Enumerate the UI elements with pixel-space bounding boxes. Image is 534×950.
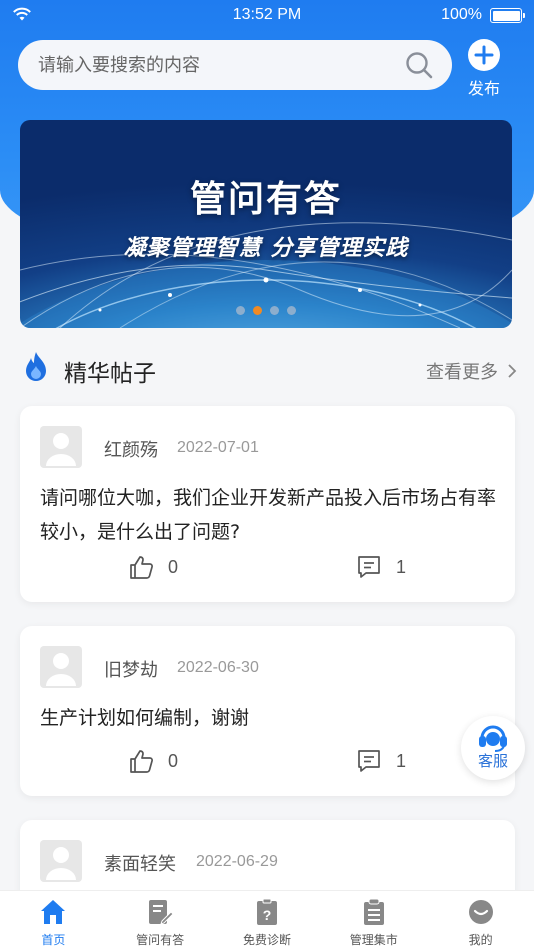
comment-icon bbox=[358, 556, 380, 578]
battery-percentage: 100% bbox=[441, 6, 482, 23]
like-count: 0 bbox=[168, 556, 179, 577]
banner-title: 管问有答 bbox=[189, 179, 342, 220]
qa-icon bbox=[149, 900, 174, 925]
svg-text:?: ? bbox=[263, 907, 272, 923]
carousel-dot[interactable] bbox=[270, 306, 279, 315]
post-date: 2022-06-30 bbox=[177, 659, 259, 676]
like-count: 0 bbox=[168, 750, 179, 771]
like-button[interactable]: 0 bbox=[128, 554, 178, 580]
view-more-label: 查看更多 bbox=[426, 362, 498, 383]
like-button[interactable]: 0 bbox=[128, 748, 178, 774]
default-avatar-icon bbox=[46, 653, 76, 686]
carousel-indicator bbox=[20, 306, 512, 315]
banner-subtitle: 凝聚管理智慧 分享管理实践 bbox=[123, 236, 409, 261]
carousel-dot-active[interactable] bbox=[253, 306, 262, 315]
post-date: 2022-06-29 bbox=[196, 853, 278, 870]
tab-label: 我的 bbox=[468, 933, 493, 947]
plus-circle-icon bbox=[468, 39, 500, 71]
comment-icon bbox=[358, 750, 380, 772]
diagnosis-icon: ? bbox=[256, 898, 277, 925]
comment-count: 1 bbox=[396, 556, 407, 577]
search-icon[interactable] bbox=[404, 50, 434, 80]
thumbs-up-icon bbox=[130, 556, 153, 579]
globe-illustration bbox=[20, 222, 512, 328]
tab-market[interactable]: 管理集市 bbox=[321, 891, 427, 950]
comment-button[interactable]: 1 bbox=[356, 554, 406, 580]
comment-count: 1 bbox=[396, 750, 407, 771]
market-icon bbox=[363, 898, 384, 925]
fire-icon bbox=[26, 352, 46, 381]
default-avatar-icon bbox=[46, 433, 76, 466]
view-more-link[interactable]: 查看更多 bbox=[426, 358, 518, 384]
banner-carousel[interactable]: 管问有答 凝聚管理智慧 分享管理实践 bbox=[20, 120, 512, 328]
customer-service-button[interactable]: 客服 bbox=[461, 716, 525, 780]
tab-label: 管问有答 bbox=[136, 933, 185, 947]
profile-icon bbox=[468, 900, 493, 924]
tab-profile[interactable]: 我的 bbox=[428, 891, 534, 950]
chevron-right-icon bbox=[508, 364, 517, 378]
carousel-dot[interactable] bbox=[287, 306, 296, 315]
post-card[interactable]: 旧梦劫 2022-06-30 生产计划如何编制，谢谢 0 1 bbox=[20, 626, 515, 796]
home-icon bbox=[41, 900, 66, 924]
thumbs-up-icon bbox=[130, 750, 153, 773]
post-card[interactable]: 红颜殇 2022-07-01 请问哪位大咖，我们企业开发新产品投入后市场占有率较… bbox=[20, 406, 515, 602]
comment-button[interactable]: 1 bbox=[356, 748, 406, 774]
post-actions: 0 1 bbox=[20, 554, 515, 584]
service-label: 客服 bbox=[477, 752, 508, 770]
avatar bbox=[40, 646, 82, 688]
status-bar: 13:52 PM 100% bbox=[0, 0, 534, 32]
publish-label: 发布 bbox=[467, 79, 500, 98]
tab-label: 免费诊断 bbox=[242, 933, 291, 947]
post-username[interactable]: 素面轻笑 bbox=[104, 850, 176, 876]
publish-button[interactable]: 发布 bbox=[462, 38, 506, 99]
search-bar[interactable] bbox=[18, 40, 452, 90]
default-avatar-icon bbox=[46, 847, 76, 880]
post-username[interactable]: 红颜殇 bbox=[104, 436, 158, 462]
carousel-dot[interactable] bbox=[236, 306, 245, 315]
bottom-tab-bar: 首页 管问有答 ? 免费诊断 管理集市 我的 bbox=[0, 890, 534, 950]
tab-home[interactable]: 首页 bbox=[0, 891, 106, 950]
post-actions: 0 1 bbox=[20, 748, 515, 778]
post-username[interactable]: 旧梦劫 bbox=[104, 656, 158, 682]
tab-label: 首页 bbox=[41, 933, 66, 947]
battery-icon bbox=[490, 8, 525, 23]
post-content[interactable]: 请问哪位大咖，我们企业开发新产品投入后市场占有率较小，是什么出了问题? bbox=[40, 481, 497, 549]
post-content[interactable]: 生产计划如何编制，谢谢 bbox=[40, 701, 497, 735]
tab-qa[interactable]: 管问有答 bbox=[107, 891, 213, 950]
post-date: 2022-07-01 bbox=[177, 439, 259, 456]
featured-section-header: 精华帖子 查看更多 bbox=[20, 346, 520, 390]
tab-label: 管理集市 bbox=[349, 933, 398, 947]
section-title: 精华帖子 bbox=[64, 361, 156, 387]
avatar bbox=[40, 426, 82, 468]
search-input[interactable] bbox=[18, 40, 404, 90]
avatar bbox=[40, 840, 82, 882]
headset-icon bbox=[479, 725, 507, 752]
tab-diagnosis[interactable]: ? 免费诊断 bbox=[214, 891, 320, 950]
